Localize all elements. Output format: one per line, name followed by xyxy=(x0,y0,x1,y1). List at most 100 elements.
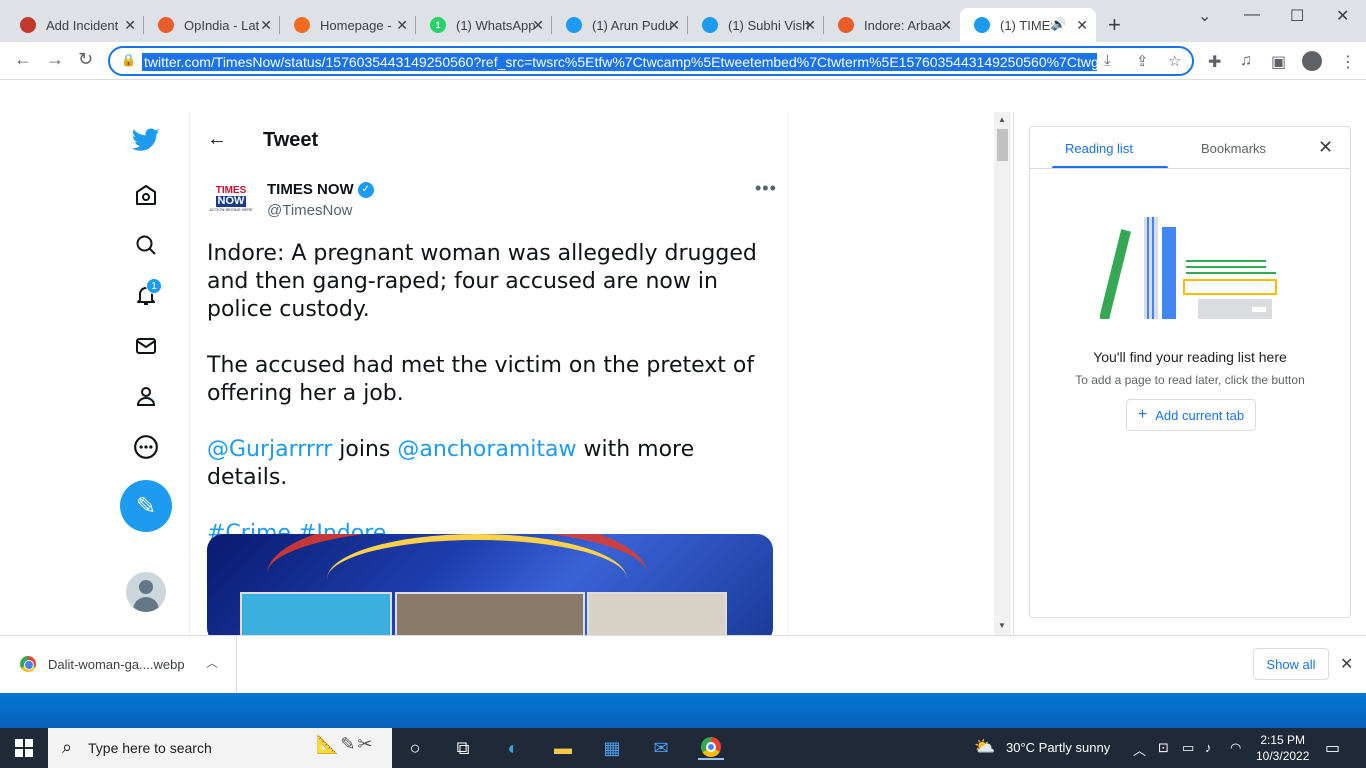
tab-title: Add Incident xyxy=(46,17,119,33)
address-bar[interactable]: 🔒 twitter.com/TimesNow/status/1576035443… xyxy=(108,46,1194,76)
more-dots-icon[interactable]: ••• xyxy=(755,178,777,199)
tweet-video-thumbnail[interactable] xyxy=(207,534,773,635)
tab-subhi[interactable]: (1) Subhi Vish ✕ xyxy=(688,8,824,42)
microsoft-store-icon[interactable]: ▦ xyxy=(599,736,625,760)
side-panel-icon[interactable]: ▣ xyxy=(1271,52,1286,72)
forward-arrow-icon[interactable]: → xyxy=(46,49,64,70)
share-icon[interactable]: ⇪ xyxy=(1136,52,1149,70)
close-window-button[interactable]: ✕ xyxy=(1336,6,1349,26)
extensions-icon[interactable]: ✚ xyxy=(1208,52,1221,72)
tab-arun[interactable]: (1) Arun Pudu ✕ xyxy=(552,8,688,42)
mention-link[interactable]: @anchoramitaw xyxy=(397,437,576,462)
chevron-up-icon[interactable]: ︿ xyxy=(1133,740,1146,759)
back-arrow-icon[interactable]: ← xyxy=(207,128,227,151)
twitter-bird-icon[interactable] xyxy=(130,124,162,156)
close-tab-icon[interactable]: ✕ xyxy=(668,17,680,34)
chevron-up-icon[interactable]: ︿ xyxy=(206,654,218,671)
page-top-spacer xyxy=(0,80,1366,112)
page-title: Tweet xyxy=(263,129,319,151)
tab-times-now-active[interactable]: (1) TIMES 🔊 ✕ xyxy=(960,8,1096,42)
search-highlight-icon[interactable]: 📐✎✂ xyxy=(316,734,375,755)
mail-icon[interactable]: ✉ xyxy=(648,736,674,760)
minimize-button[interactable]: — xyxy=(1244,6,1260,24)
file-explorer-icon[interactable]: ▬ xyxy=(550,736,576,760)
compose-tweet-button[interactable]: ✎ xyxy=(120,480,172,532)
task-view-icon[interactable]: ⧉ xyxy=(450,736,476,760)
page-scrollbar[interactable]: ▲ ▼ xyxy=(994,112,1011,635)
favicon-icon xyxy=(838,17,854,33)
wifi-icon[interactable]: ◠ xyxy=(1230,740,1241,756)
add-current-tab-button[interactable]: + Add current tab xyxy=(1126,399,1256,431)
reload-icon[interactable]: ↻ xyxy=(78,49,93,70)
media-controls-icon[interactable]: ♫ xyxy=(1240,52,1252,70)
tab-title: (1) TIMES xyxy=(1000,17,1052,33)
close-downloads-icon[interactable]: ✕ xyxy=(1340,654,1353,674)
download-file-name[interactable]: Dalit-woman-ga....webp xyxy=(48,657,185,672)
tab-bookmarks[interactable]: Bookmarks xyxy=(1201,141,1266,156)
tab-whatsapp[interactable]: 1 (1) WhatsApp ✕ xyxy=(416,8,552,42)
tab-indore[interactable]: Indore: Arbaa ✕ xyxy=(824,8,960,42)
user-avatar[interactable] xyxy=(126,572,166,612)
close-tab-icon[interactable]: ✕ xyxy=(396,17,408,34)
chrome-icon xyxy=(701,737,721,757)
scroll-up-arrow-icon[interactable]: ▲ xyxy=(998,115,1006,124)
show-all-button[interactable]: Show all xyxy=(1253,648,1329,680)
feather-plus-icon: ✎ xyxy=(135,492,157,520)
profile-avatar-icon[interactable] xyxy=(1302,51,1322,71)
camera-icon[interactable]: ⊡ xyxy=(1158,740,1169,756)
tab-opindia[interactable]: OpIndia - Lat ✕ xyxy=(144,8,280,42)
tab-add-incident[interactable]: Add Incident ✕ xyxy=(6,8,144,42)
mention-link[interactable]: @Gurjarrrrr xyxy=(207,437,332,462)
weather-text[interactable]: 30°C Partly sunny xyxy=(1006,740,1110,755)
star-icon[interactable]: ☆ xyxy=(1168,52,1181,70)
install-app-icon[interactable]: ⤓ xyxy=(1104,52,1111,69)
author-name[interactable]: TIMES NOW ✓ xyxy=(267,181,374,198)
volume-icon[interactable]: ♪ xyxy=(1205,740,1212,755)
weather-cloud-icon[interactable]: ⛅ xyxy=(974,737,995,757)
more-options-icon[interactable] xyxy=(130,431,162,463)
scroll-thumb[interactable] xyxy=(997,129,1008,161)
url-text[interactable]: twitter.com/TimesNow/status/157603544314… xyxy=(142,53,1097,71)
explore-search-icon[interactable] xyxy=(130,229,162,261)
close-tab-icon[interactable]: ✕ xyxy=(940,17,952,34)
notifications-center-icon[interactable]: ▭ xyxy=(1325,738,1340,758)
reading-list-card: Reading list Bookmarks ✕ You'll find you… xyxy=(1029,126,1351,618)
twitter-page: 1 ✎ ← Tweet TIMES NOW ACTION BEGINS HERE… xyxy=(0,112,1012,635)
profile-person-icon[interactable] xyxy=(130,380,162,412)
close-panel-icon[interactable]: ✕ xyxy=(1318,137,1333,158)
clock-date: 10/3/2022 xyxy=(1256,749,1310,763)
times-now-logo[interactable]: TIMES NOW ACTION BEGINS HERE xyxy=(209,182,253,216)
chevron-down-icon[interactable]: ⌄ xyxy=(1198,6,1211,26)
messages-mail-icon[interactable] xyxy=(130,330,162,362)
edge-browser-icon[interactable]: ◐ xyxy=(500,736,526,760)
close-tab-icon[interactable]: ✕ xyxy=(1076,17,1088,34)
maximize-button[interactable]: ☐ xyxy=(1290,6,1304,26)
home-icon[interactable] xyxy=(130,179,162,211)
menu-dots-icon[interactable]: ⋮ xyxy=(1340,52,1356,72)
desktop-background xyxy=(0,693,1366,728)
close-tab-icon[interactable]: ✕ xyxy=(532,17,544,34)
system-clock[interactable]: 2:15 PM 10/3/2022 xyxy=(1256,732,1309,764)
search-icon: ⌕ xyxy=(62,737,73,757)
speaker-icon[interactable]: 🔊 xyxy=(1051,17,1066,31)
downloads-bar: Dalit-woman-ga....webp ︿ Show all ✕ xyxy=(0,635,1366,693)
scroll-down-arrow-icon[interactable]: ▼ xyxy=(998,621,1006,630)
new-tab-button[interactable]: + xyxy=(1108,12,1121,38)
author-handle[interactable]: @TimesNow xyxy=(267,202,353,219)
close-tab-icon[interactable]: ✕ xyxy=(260,17,272,34)
cortana-circle-icon[interactable]: ○ xyxy=(402,736,428,760)
chrome-taskbar-icon[interactable] xyxy=(698,736,724,760)
tab-homepage[interactable]: Homepage - ✕ xyxy=(280,8,416,42)
taskbar-search-box[interactable]: ⌕ Type here to search 📐✎✂ xyxy=(48,728,392,768)
battery-icon[interactable]: ▭ xyxy=(1182,740,1194,756)
clock-time: 2:15 PM xyxy=(1260,733,1306,747)
close-tab-icon[interactable]: ✕ xyxy=(124,17,136,34)
tab-title: (1) Arun Pudu xyxy=(592,17,673,33)
download-item[interactable]: Dalit-woman-ga....webp ︿ xyxy=(0,636,237,693)
author-name-text[interactable]: TIMES NOW xyxy=(267,181,354,198)
back-arrow-icon[interactable]: ← xyxy=(14,49,32,70)
close-tab-icon[interactable]: ✕ xyxy=(804,17,816,34)
windows-start-icon[interactable] xyxy=(15,739,33,757)
tab-reading-list[interactable]: Reading list xyxy=(1065,141,1133,156)
lock-icon[interactable]: 🔒 xyxy=(121,53,136,67)
